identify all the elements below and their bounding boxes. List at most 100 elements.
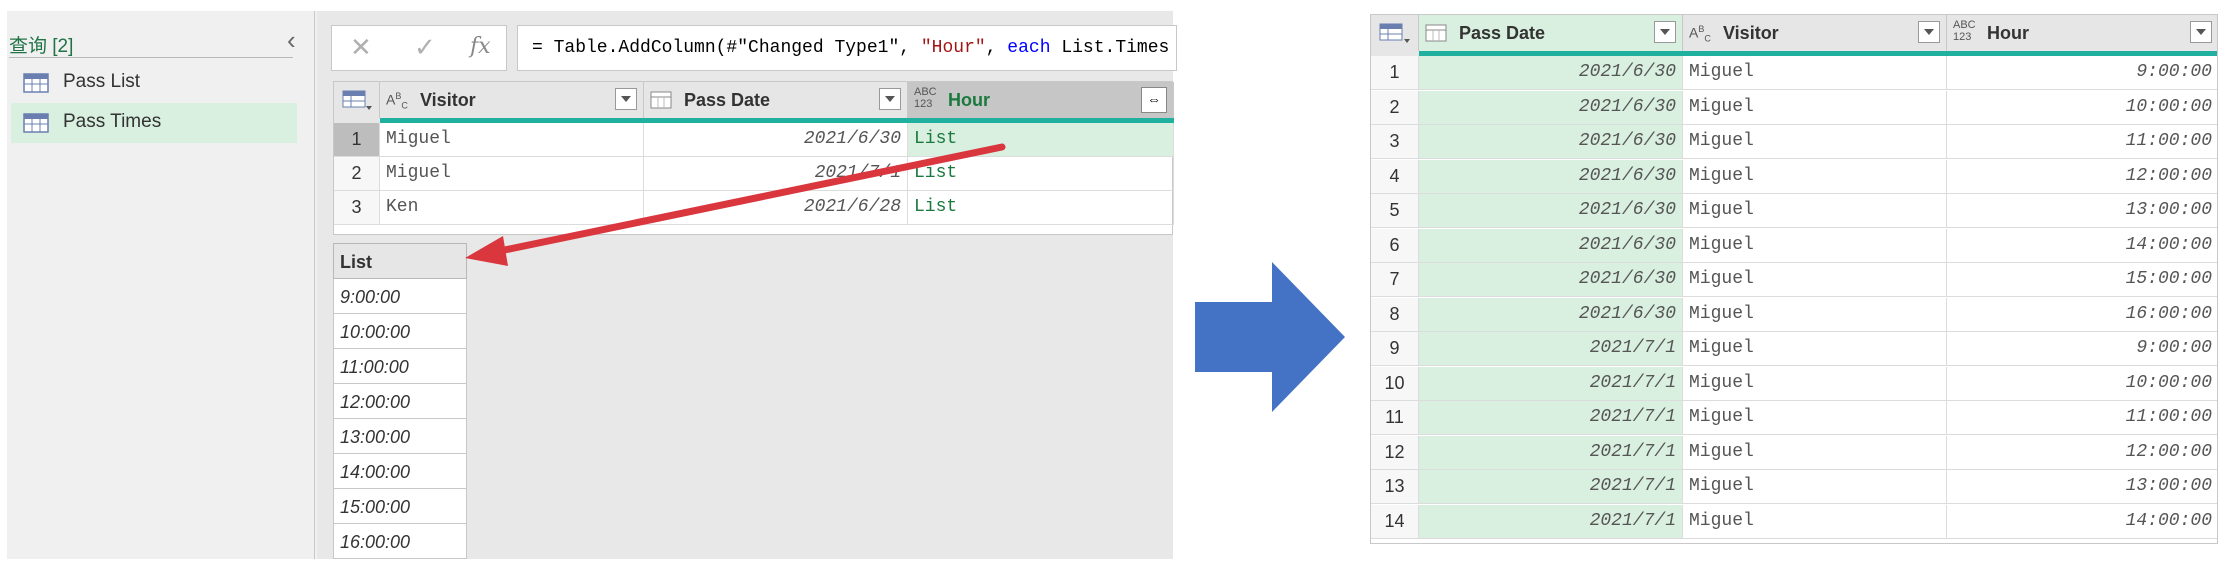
column-header-pass-date[interactable]: Pass Date (644, 82, 908, 118)
cell-hour[interactable]: 16:00:00 (1947, 298, 2217, 332)
column-header-visitor[interactable]: ABC Visitor (1683, 15, 1947, 51)
cell-pass-date[interactable]: 2021/6/30 (1419, 56, 1683, 90)
cell-hour[interactable]: 14:00:00 (1947, 229, 2217, 263)
cell-visitor[interactable]: Miguel (1683, 297, 1947, 332)
cell-hour[interactable]: 11:00:00 (1947, 125, 2217, 159)
row-number[interactable]: 2 (334, 157, 380, 191)
filter-dropdown-icon[interactable] (2190, 21, 2212, 43)
row-number[interactable]: 4 (1371, 159, 1419, 194)
query-item-pass-times[interactable]: Pass Times (11, 103, 297, 143)
cell-pass-date[interactable]: 2021/7/1 (1419, 504, 1683, 539)
cell-hour[interactable]: 11:00:00 (1947, 401, 2217, 435)
row-number[interactable]: 5 (1371, 194, 1419, 228)
expand-column-icon[interactable]: ⇔ (1141, 87, 1167, 113)
cell-visitor[interactable]: Miguel (1683, 90, 1947, 125)
filter-dropdown-icon[interactable] (1918, 21, 1940, 43)
row-number[interactable]: 10 (1371, 366, 1419, 401)
cell-hour[interactable]: 12:00:00 (1947, 160, 2217, 194)
formula-bar[interactable]: = Table.AddColumn(#"Changed Type1", "Hou… (517, 25, 1177, 71)
row-number[interactable]: 9 (1371, 332, 1419, 366)
data-grid: ABC Visitor Pass Date ABC 123 Hour ⇔ 1 Mi… (333, 81, 1174, 235)
row-number[interactable]: 8 (1371, 297, 1419, 332)
list-item[interactable]: 14:00:00 (333, 454, 467, 489)
cell-visitor[interactable]: Miguel (1683, 470, 1947, 504)
cell-hour[interactable]: 12:00:00 (1947, 436, 2217, 470)
column-header-visitor[interactable]: ABC Visitor (380, 82, 644, 118)
cell-hour[interactable]: 13:00:00 (1947, 470, 2217, 504)
row-number[interactable]: 13 (1371, 470, 1419, 504)
cell-pass-date[interactable]: 2021/6/30 (1419, 194, 1683, 228)
cell-visitor[interactable]: Miguel (1683, 366, 1947, 401)
cell-visitor[interactable]: Miguel (1683, 125, 1947, 159)
cell-hour[interactable]: 9:00:00 (1947, 56, 2217, 90)
cell-pass-date[interactable]: 2021/6/30 (644, 123, 908, 157)
row-number[interactable]: 12 (1371, 435, 1419, 470)
cell-hour[interactable]: 10:00:00 (1947, 367, 2217, 401)
cell-hour[interactable]: 15:00:00 (1947, 263, 2217, 297)
cell-pass-date[interactable]: 2021/7/1 (1419, 401, 1683, 435)
cell-pass-date[interactable]: 2021/6/28 (644, 191, 908, 225)
column-header-hour[interactable]: ABC 123 Hour ⇔ (908, 82, 1174, 118)
cell-visitor[interactable]: Miguel (1683, 401, 1947, 435)
cell-pass-date[interactable]: 2021/6/30 (1419, 90, 1683, 125)
cell-pass-date[interactable]: 2021/7/1 (1419, 470, 1683, 504)
cell-visitor[interactable]: Miguel (1683, 263, 1947, 297)
cell-visitor[interactable]: Ken (380, 191, 644, 225)
list-item[interactable]: 10:00:00 (333, 314, 467, 349)
row-number[interactable]: 7 (1371, 263, 1419, 297)
cell-hour-list[interactable]: List (908, 123, 1174, 157)
row-number[interactable]: 11 (1371, 401, 1419, 435)
list-item[interactable]: 13:00:00 (333, 419, 467, 454)
cell-visitor[interactable]: Miguel (1683, 228, 1947, 263)
formula-text[interactable]: = Table.AddColumn(#"Changed Type1", "Hou… (532, 38, 1169, 58)
cell-visitor[interactable]: Miguel (380, 123, 644, 157)
row-number[interactable]: 1 (334, 123, 380, 157)
cell-pass-date[interactable]: 2021/6/30 (1419, 159, 1683, 194)
cell-visitor[interactable]: Miguel (380, 157, 644, 191)
list-item[interactable]: 11:00:00 (333, 349, 467, 384)
cell-visitor[interactable]: Miguel (1683, 56, 1947, 90)
cell-hour[interactable]: 10:00:00 (1947, 91, 2217, 125)
cell-pass-date[interactable]: 2021/7/1 (644, 157, 908, 191)
list-item[interactable]: 9:00:00 (333, 279, 467, 314)
cell-hour-list[interactable]: List (908, 191, 1174, 225)
row-number[interactable]: 3 (1371, 125, 1419, 159)
cell-pass-date[interactable]: 2021/6/30 (1419, 125, 1683, 159)
cell-visitor[interactable]: Miguel (1683, 435, 1947, 470)
column-header-pass-date[interactable]: Pass Date (1419, 15, 1683, 51)
cell-pass-date[interactable]: 2021/6/30 (1419, 263, 1683, 297)
query-item-pass-list[interactable]: Pass List (11, 63, 297, 103)
cell-visitor[interactable]: Miguel (1683, 194, 1947, 228)
cell-pass-date[interactable]: 2021/6/30 (1419, 228, 1683, 263)
column-header-hour[interactable]: ABC 123 Hour (1947, 15, 2217, 51)
filter-dropdown-icon[interactable] (1654, 21, 1676, 43)
cell-hour[interactable]: 13:00:00 (1947, 194, 2217, 228)
cell-pass-date[interactable]: 2021/7/1 (1419, 435, 1683, 470)
row-number[interactable]: 2 (1371, 90, 1419, 125)
row-number[interactable]: 14 (1371, 504, 1419, 539)
cell-pass-date[interactable]: 2021/7/1 (1419, 366, 1683, 401)
filter-dropdown-icon[interactable] (615, 88, 637, 110)
table-menu-icon[interactable] (334, 82, 380, 118)
any-type-icon: ABC 123 (914, 86, 937, 110)
list-item[interactable]: 15:00:00 (333, 489, 467, 524)
row-number[interactable]: 3 (334, 191, 380, 225)
collapse-chevron-icon[interactable]: ‹ (287, 27, 296, 53)
cell-hour[interactable]: 14:00:00 (1947, 505, 2217, 539)
table-menu-icon[interactable] (1371, 15, 1419, 51)
cell-hour[interactable]: 9:00:00 (1947, 332, 2217, 366)
cancel-icon[interactable]: ✕ (350, 32, 372, 63)
list-item[interactable]: 12:00:00 (333, 384, 467, 419)
row-number[interactable]: 1 (1371, 56, 1419, 90)
cell-visitor[interactable]: Miguel (1683, 332, 1947, 366)
filter-dropdown-icon[interactable] (879, 88, 901, 110)
cell-visitor[interactable]: Miguel (1683, 159, 1947, 194)
cell-hour-list[interactable]: List (908, 157, 1174, 191)
cell-pass-date[interactable]: 2021/7/1 (1419, 332, 1683, 366)
cell-visitor[interactable]: Miguel (1683, 504, 1947, 539)
list-item[interactable]: 16:00:00 (333, 524, 467, 559)
cell-pass-date[interactable]: 2021/6/30 (1419, 297, 1683, 332)
confirm-icon[interactable]: ✓ (414, 32, 436, 63)
row-number[interactable]: 6 (1371, 228, 1419, 263)
fx-icon[interactable]: fx (470, 34, 491, 59)
